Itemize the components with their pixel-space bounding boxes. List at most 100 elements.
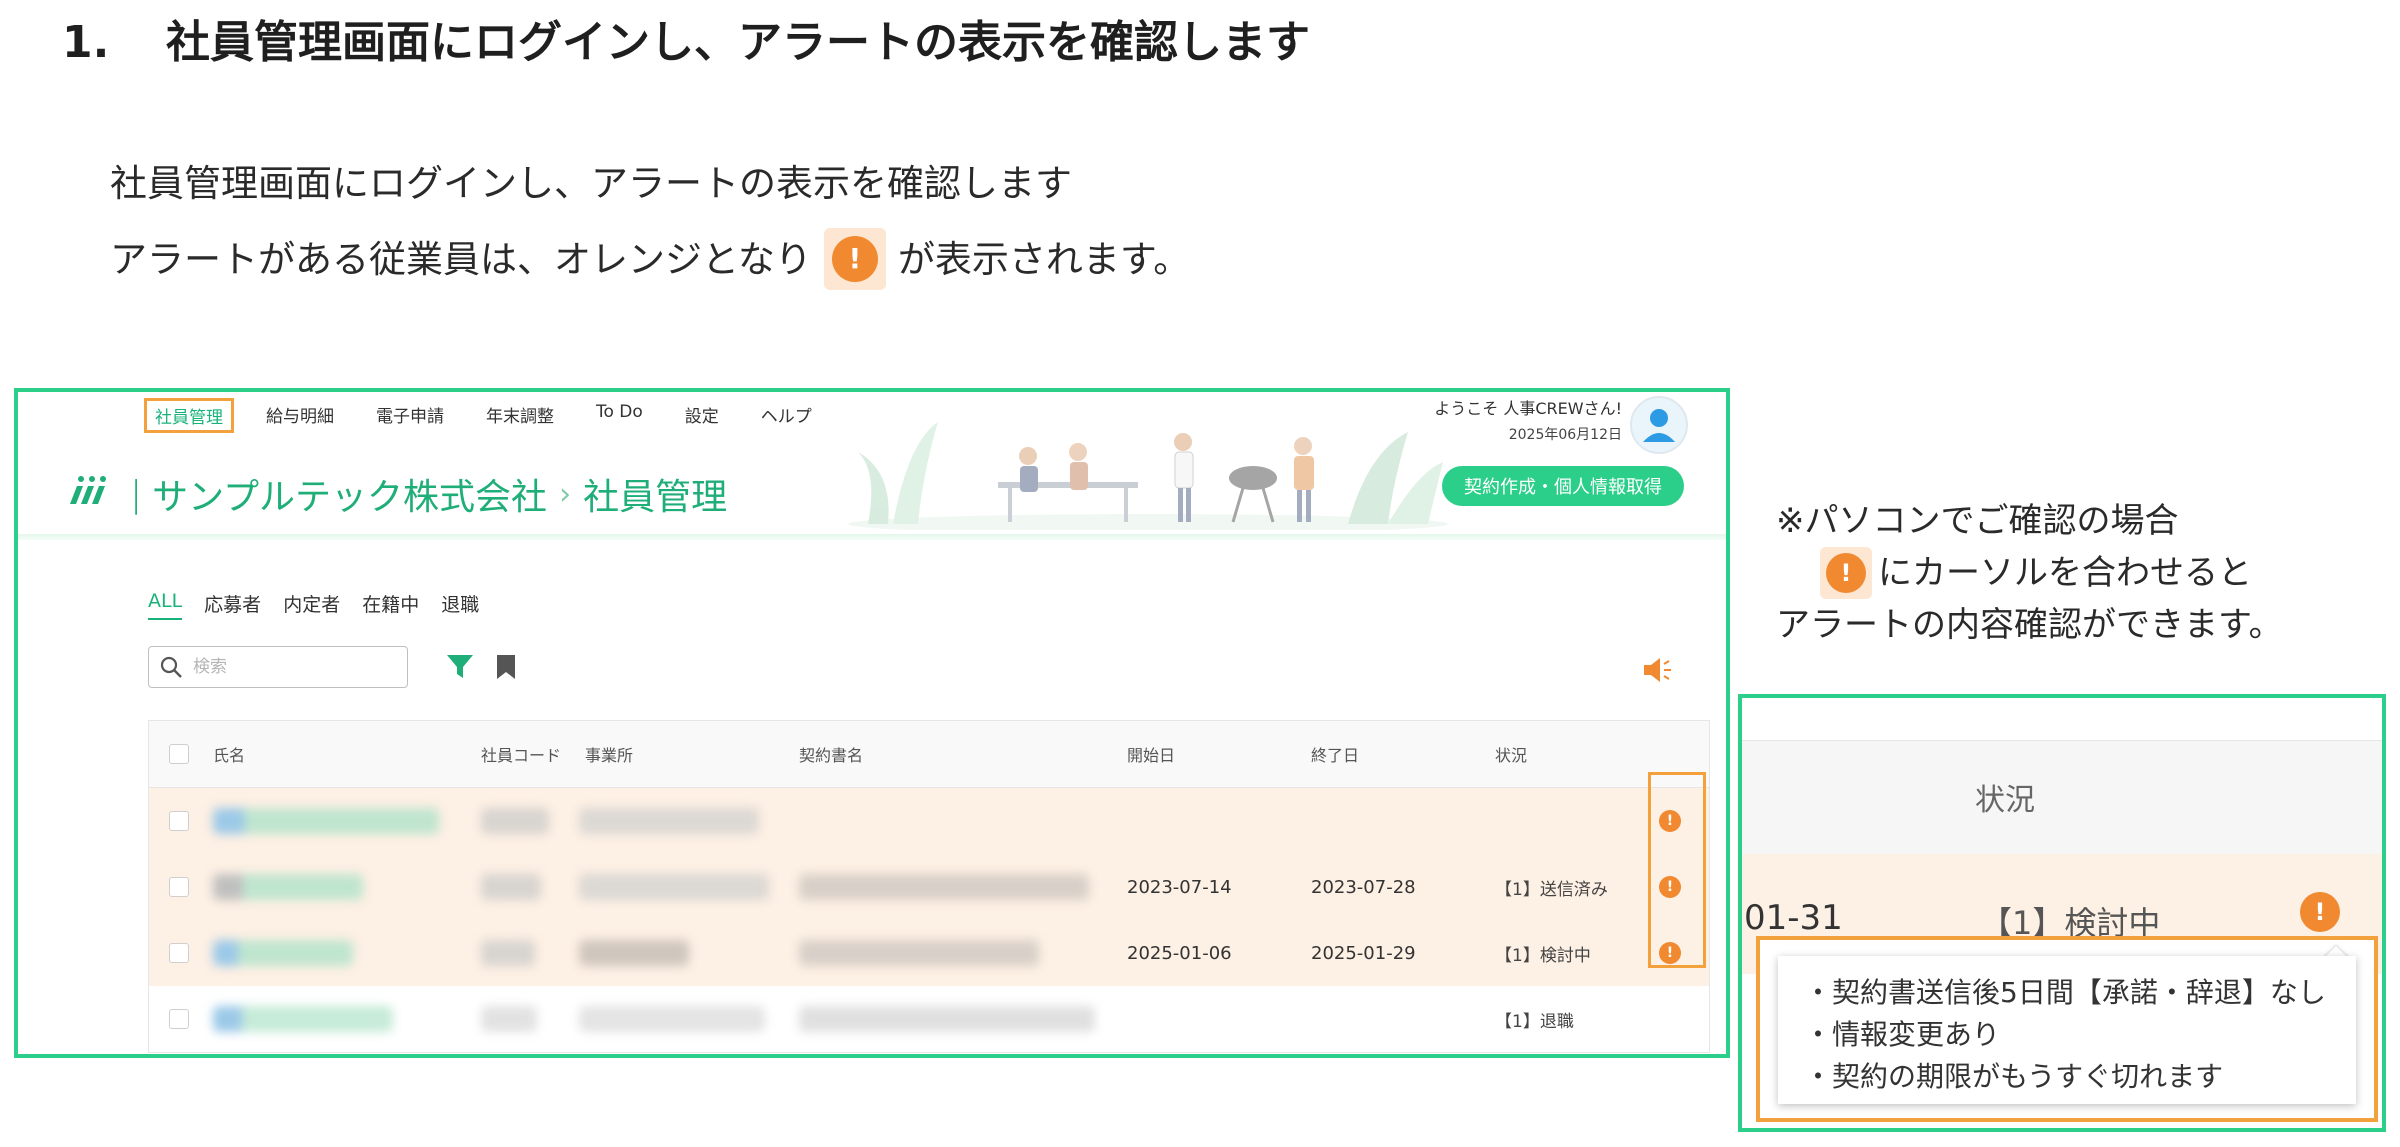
alert-icon-sample: !: [823, 228, 886, 290]
section-number: 1.: [62, 17, 110, 68]
tab-retired[interactable]: 退職: [441, 590, 479, 620]
start-date: 2023-07-14: [1127, 876, 1232, 898]
redacted-code: [481, 940, 535, 966]
zoom-header: 状況: [1742, 740, 2382, 856]
note-line-3: アラートの内容確認ができます。: [1776, 605, 2283, 645]
main-nav: 社員管理 給与明細 電子申請 年末調整 To Do 設定 ヘルプ: [144, 398, 844, 433]
row-checkbox[interactable]: [169, 811, 189, 831]
welcome-text: ようこそ 人事CREWさん!: [1434, 399, 1622, 418]
redacted-name: [213, 808, 439, 834]
page-title: 社員管理: [583, 477, 728, 518]
col-name: 氏名: [213, 746, 246, 765]
tab-offered[interactable]: 内定者: [283, 590, 340, 620]
redacted-office: [579, 874, 769, 900]
redacted-office: [579, 1006, 765, 1032]
employee-management-screenshot: 社員管理 給与明細 電子申請 年末調整 To Do 設定 ヘルプ ようこそ 人事…: [14, 388, 1730, 1058]
breadcrumb-divider: |: [130, 473, 143, 515]
redacted-name: [213, 1006, 393, 1032]
redacted-code: [481, 808, 549, 834]
current-date: 2025年06月12日: [1508, 427, 1622, 443]
col-contract: 契約書名: [799, 746, 864, 765]
row-checkbox[interactable]: [169, 1009, 189, 1029]
status-text: 【1】検討中: [1495, 945, 1591, 966]
nav-e-application[interactable]: 電子申請: [366, 398, 454, 433]
start-date: 2025-01-06: [1127, 942, 1232, 964]
col-office: 事業所: [585, 746, 634, 765]
table-header: 氏名 社員コード 事業所 契約書名 開始日 終了日 状況: [149, 721, 1709, 788]
redacted-contract: [799, 1006, 1095, 1032]
chevron-right-icon: ›: [559, 476, 572, 512]
header-divider: [18, 534, 1726, 540]
breadcrumb: | サンプルテック株式会社 › 社員管理: [68, 468, 727, 520]
status-text: 【1】退職: [1495, 1011, 1574, 1032]
create-contract-button[interactable]: 契約作成・個人情報取得: [1442, 466, 1684, 506]
table-row[interactable]: 2023-07-14 2023-07-28 【1】送信済み !: [149, 854, 1709, 920]
zoom-end-date: 01-31: [1744, 898, 1843, 938]
table-row[interactable]: !: [149, 788, 1709, 854]
alert-tooltip: ・契約書送信後5日間【承諾・辞退】なし ・情報変更あり ・契約の期限がもうすぐ切…: [1778, 956, 2356, 1104]
note-line-2: ! にカーソルを合わせると: [1776, 547, 2283, 599]
table-row[interactable]: 【1】退職: [149, 986, 1709, 1052]
alert-icon: !: [831, 236, 878, 282]
tab-all[interactable]: ALL: [148, 590, 183, 620]
search-box: [148, 646, 408, 688]
intro-line-2: アラートがある従業員は、オレンジとなり ! が表示されます。: [110, 221, 1190, 297]
col-status: 状況: [1495, 746, 1528, 765]
redacted-code: [481, 1006, 537, 1032]
alert-icon-sample: !: [1820, 547, 1872, 599]
filter-icon[interactable]: [446, 654, 474, 680]
note-line-1: ※パソコンでご確認の場合: [1776, 501, 2179, 541]
redacted-name: [213, 874, 363, 900]
megaphone-icon[interactable]: [1642, 656, 1674, 684]
end-date: 2023-07-28: [1311, 876, 1416, 898]
search-input[interactable]: [191, 656, 375, 678]
select-all-checkbox[interactable]: [169, 744, 189, 764]
nav-year-end-adjustment[interactable]: 年末調整: [476, 398, 564, 433]
redacted-contract: [799, 940, 1039, 966]
nav-employee-management[interactable]: 社員管理: [144, 398, 234, 433]
employee-table: 氏名 社員コード 事業所 契約書名 開始日 終了日 状況 ! 2023-07-1…: [148, 720, 1710, 1053]
section-heading: 1. 社員管理画面にログインし、アラートの表示を確認します: [62, 6, 1310, 70]
zoom-col-status: 状況: [1975, 783, 2035, 818]
row-checkbox[interactable]: [169, 877, 189, 897]
header-illustration: [848, 422, 1448, 530]
nav-todo[interactable]: To Do: [586, 398, 653, 433]
nav-payslip[interactable]: 給与明細: [256, 398, 344, 433]
zoomed-tooltip-view: 状況 01-31 【1】検討中 ! ・契約書送信後5日間【承諾・辞退】なし ・情…: [1738, 694, 2386, 1132]
welcome-block: ようこそ 人事CREWさん! 2025年06月12日: [1434, 396, 1622, 448]
redacted-name: [213, 940, 353, 966]
redacted-code: [481, 874, 541, 900]
intro-text: 社員管理画面にログインし、アラートの表示を確認します アラートがある従業員は、オ…: [110, 145, 1190, 297]
alert-icon[interactable]: !: [2300, 892, 2340, 932]
alert-icon: !: [1826, 553, 1866, 593]
end-date: 2025-01-29: [1311, 942, 1416, 964]
tab-employed[interactable]: 在籍中: [362, 590, 419, 620]
user-avatar[interactable]: [1630, 396, 1688, 454]
row-checkbox[interactable]: [169, 943, 189, 963]
bookmark-icon[interactable]: [496, 654, 516, 680]
alert-tooltip-highlight: ・契約書送信後5日間【承諾・辞退】なし ・情報変更あり ・契約の期限がもうすぐ切…: [1756, 936, 2378, 1122]
note-line-2-text: にカーソルを合わせると: [1878, 553, 2252, 593]
tooltip-item: ・契約の期限がもうすぐ切れます: [1804, 1060, 2224, 1093]
col-end: 終了日: [1311, 746, 1360, 765]
col-code: 社員コード: [481, 746, 562, 765]
nav-help[interactable]: ヘルプ: [751, 398, 822, 433]
intro-line-1: 社員管理画面にログインし、アラートの表示を確認します: [110, 161, 1072, 205]
table-row[interactable]: 2025-01-06 2025-01-29 【1】検討中 !: [149, 920, 1709, 986]
company-logo-icon: [68, 474, 108, 514]
tab-applicants[interactable]: 応募者: [204, 590, 261, 620]
tooltip-item: ・情報変更あり: [1804, 1018, 2001, 1051]
app-header: 社員管理 給与明細 電子申請 年末調整 To Do 設定 ヘルプ ようこそ 人事…: [18, 392, 1726, 542]
col-start: 開始日: [1127, 746, 1176, 765]
user-avatar-icon: [1643, 409, 1675, 442]
alert-column-highlight: [1648, 772, 1706, 968]
tooltip-item: ・契約書送信後5日間【承諾・辞退】なし: [1804, 976, 2326, 1009]
status-tabs: ALL 応募者 内定者 在籍中 退職: [148, 590, 479, 620]
intro-line-2-before: アラートがある従業員は、オレンジとなり: [110, 237, 812, 281]
company-name[interactable]: サンプルテック株式会社: [152, 468, 547, 520]
redacted-office: [579, 940, 689, 966]
nav-settings[interactable]: 設定: [675, 398, 729, 433]
search-icon: [160, 656, 182, 678]
status-text: 【1】送信済み: [1495, 879, 1608, 900]
intro-line-2-after: が表示されます。: [897, 237, 1191, 281]
